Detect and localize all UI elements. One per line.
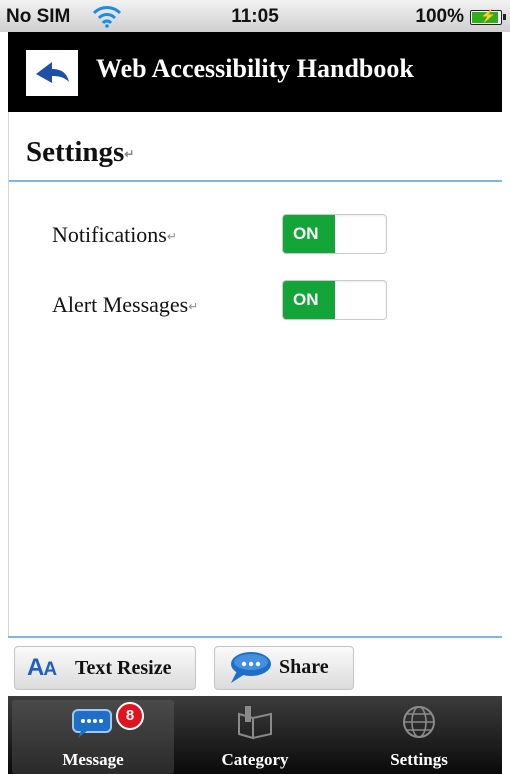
share-button[interactable]: Share xyxy=(214,646,354,690)
battery-icon: ⚡ xyxy=(470,8,506,25)
alert-messages-toggle[interactable]: ON xyxy=(282,280,387,320)
notifications-toggle[interactable]: ON xyxy=(282,214,387,254)
toggle-on-state: ON xyxy=(283,281,335,319)
back-arrow-icon xyxy=(36,62,69,83)
tab-bar: 8 Message Category Settings xyxy=(8,696,502,774)
tab-message[interactable]: 8 Message xyxy=(12,700,174,774)
charging-icon: ⚡ xyxy=(480,8,497,23)
back-button[interactable] xyxy=(26,50,78,96)
share-label: Share xyxy=(279,656,329,678)
message-icon xyxy=(69,704,117,745)
unread-badge: 8 xyxy=(116,702,144,730)
category-icon xyxy=(233,704,277,745)
action-bar: AA Text Resize Share xyxy=(8,638,502,696)
tab-label: Category xyxy=(221,750,289,769)
tab-settings[interactable]: Settings xyxy=(338,700,500,774)
text-size-icon: AA xyxy=(27,654,57,681)
text-resize-label: Text Resize xyxy=(75,657,172,679)
tab-label: Settings xyxy=(390,750,448,769)
page-title: Settings↵ xyxy=(26,136,135,168)
notifications-label: Notifications↵ xyxy=(52,222,177,247)
globe-icon xyxy=(399,704,439,745)
chat-bubble-icon xyxy=(223,649,275,693)
tab-category[interactable]: Category xyxy=(174,700,336,774)
alert-messages-label: Alert Messages↵ xyxy=(52,292,199,317)
battery-percent: 100% xyxy=(415,6,464,27)
app-header: Web Accessibility Handbook xyxy=(8,32,502,112)
status-bar: No SIM 11:05 100% ⚡ xyxy=(0,0,510,32)
toggle-on-state: ON xyxy=(283,215,335,253)
tab-label: Message xyxy=(62,750,124,769)
text-resize-button[interactable]: AA Text Resize xyxy=(14,646,196,690)
content-border xyxy=(8,112,9,640)
app-title: Web Accessibility Handbook xyxy=(96,54,414,83)
divider xyxy=(8,180,502,182)
